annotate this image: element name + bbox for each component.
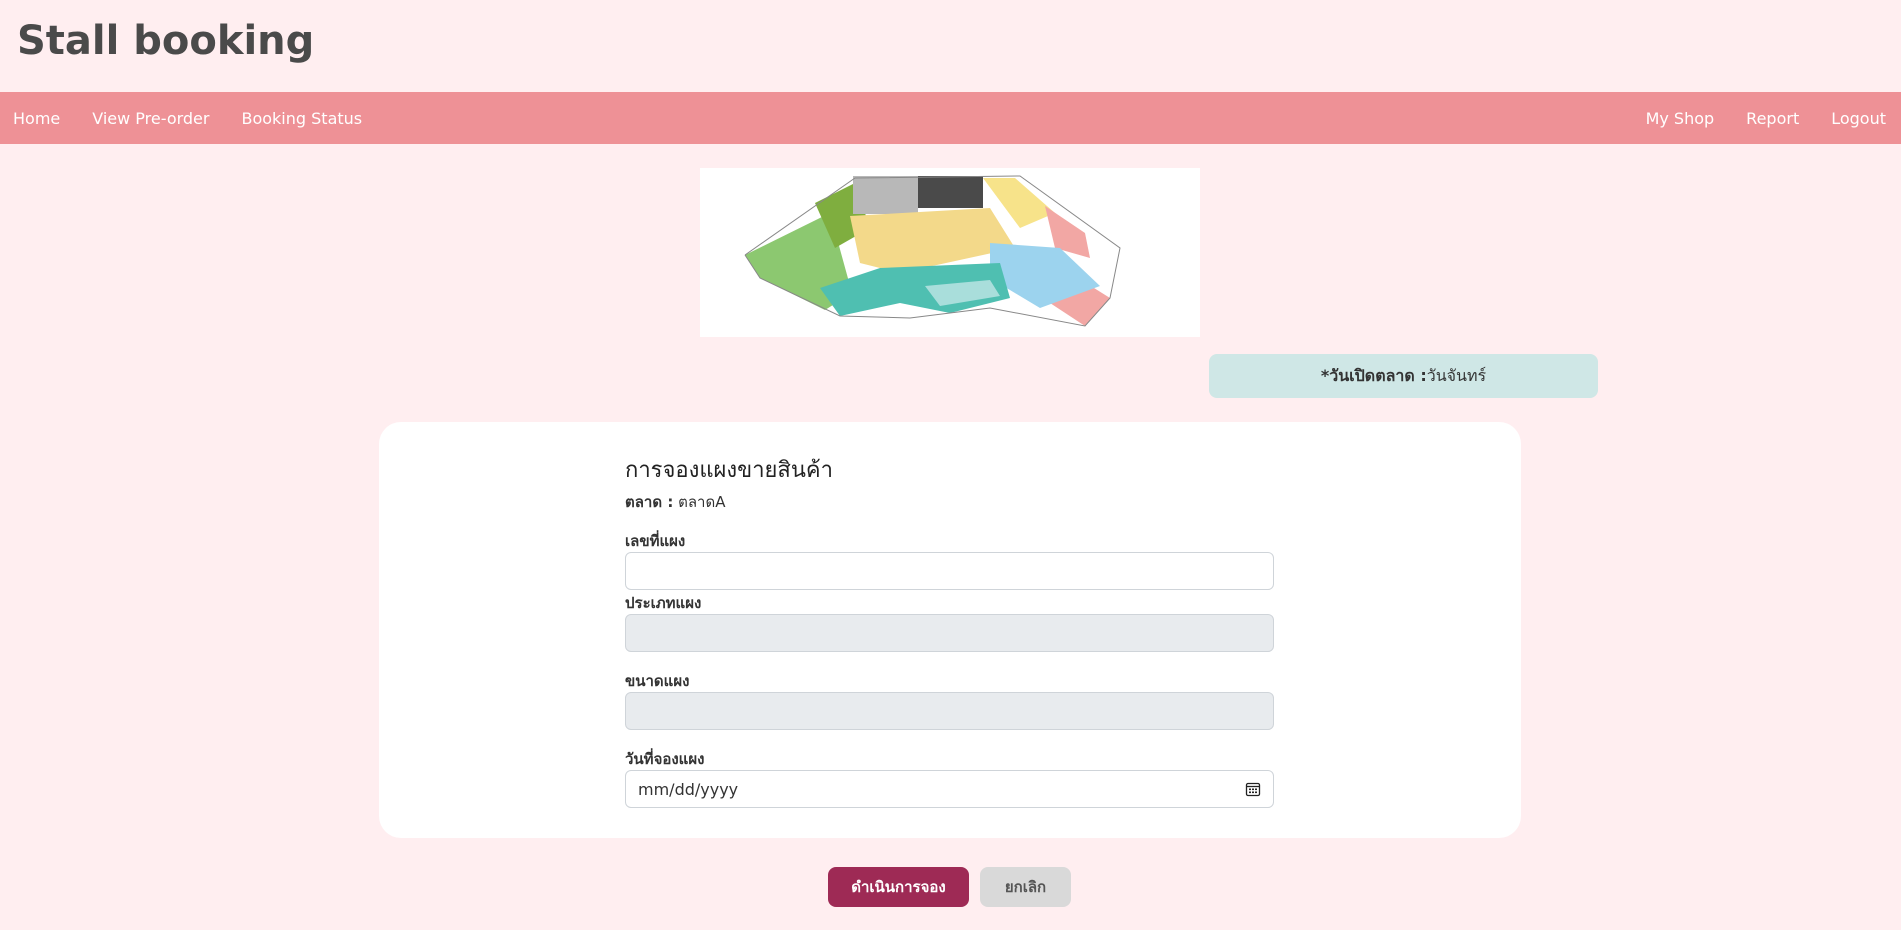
- stall-type-input: [625, 614, 1274, 652]
- stall-size-label: ขนาดแผง: [625, 672, 690, 690]
- booking-form-card: การจองแผงขายสินค้า ตลาด : ตลาดA เลขที่แผ…: [379, 422, 1521, 838]
- market-open-day-notice: *วันเปิดตลาด : วันจันทร์: [1209, 354, 1598, 398]
- market-map-image: [700, 168, 1200, 337]
- market-label: ตลาด :: [625, 493, 674, 511]
- submit-booking-button[interactable]: ดำเนินการจอง: [828, 867, 969, 907]
- form-title: การจองแผงขายสินค้า: [625, 458, 833, 483]
- open-day-value: วันจันทร์: [1426, 365, 1487, 385]
- nav-home[interactable]: Home: [13, 109, 60, 128]
- nav-my-shop[interactable]: My Shop: [1646, 109, 1715, 128]
- stall-number-label: เลขที่แผง: [625, 532, 686, 550]
- open-day-label: *วันเปิดตลาด :: [1320, 365, 1427, 385]
- nav-logout[interactable]: Logout: [1831, 109, 1886, 128]
- navbar: Home View Pre-order Booking Status My Sh…: [0, 92, 1901, 144]
- nav-report[interactable]: Report: [1746, 109, 1799, 128]
- nav-view-preorder[interactable]: View Pre-order: [92, 109, 209, 128]
- cancel-button[interactable]: ยกเลิก: [980, 867, 1071, 907]
- stall-type-label: ประเภทแผง: [625, 594, 702, 612]
- market-value: ตลาดA: [678, 493, 726, 511]
- market-info: ตลาด : ตลาดA: [625, 490, 725, 514]
- stall-number-input[interactable]: [625, 552, 1274, 590]
- booking-date-input[interactable]: mm/dd/yyyy: [625, 770, 1274, 808]
- date-placeholder: mm/dd/yyyy: [638, 779, 739, 799]
- nav-left: Home View Pre-order Booking Status: [13, 109, 394, 128]
- calendar-icon[interactable]: [1245, 781, 1261, 797]
- booking-date-label: วันที่จองแผง: [625, 750, 705, 768]
- nav-booking-status[interactable]: Booking Status: [241, 109, 362, 128]
- site-title: Stall booking: [17, 18, 315, 64]
- stall-size-input: [625, 692, 1274, 730]
- nav-right: My Shop Report Logout: [1614, 109, 1901, 128]
